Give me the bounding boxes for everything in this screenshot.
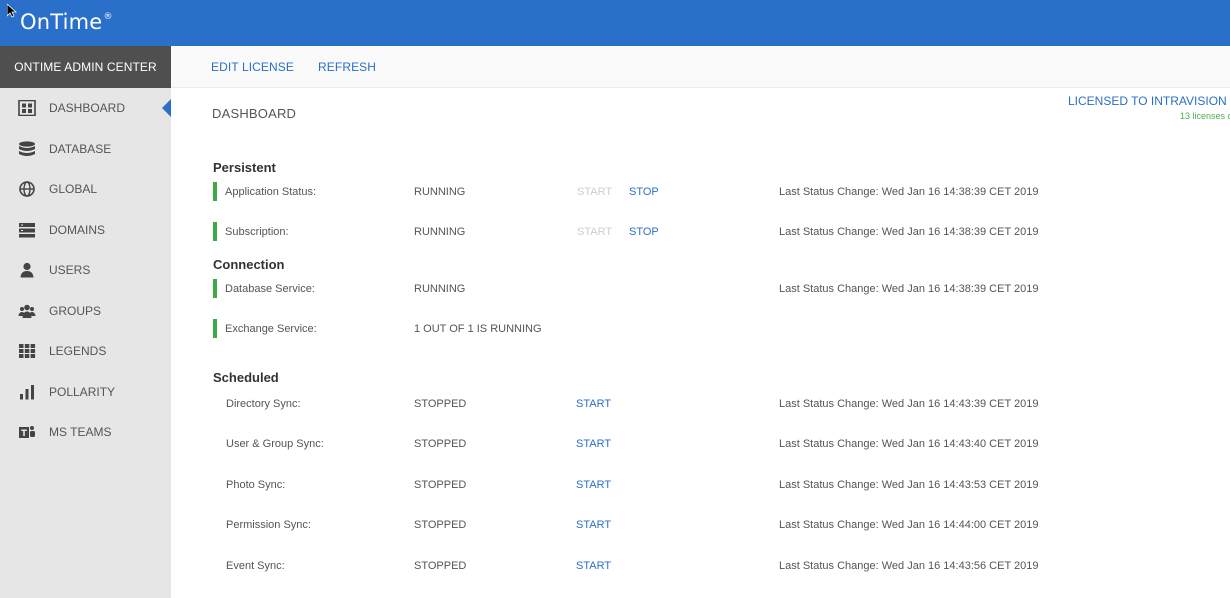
refresh-link[interactable]: REFRESH [318, 60, 376, 74]
start-button[interactable]: START [576, 438, 611, 450]
last-status-change: Last Status Change: Wed Jan 16 14:38:39 … [779, 283, 1039, 295]
row-status: RUNNING [414, 226, 466, 238]
row-label: Directory Sync: [226, 398, 301, 410]
running-indicator [213, 319, 217, 338]
stop-button[interactable]: STOP [629, 226, 659, 238]
status-row-event-sync: Event Sync: STOPPED START Last Status Ch… [213, 556, 1213, 576]
start-button-disabled: START [577, 186, 613, 198]
sidebar-item-label: DATABASE [49, 141, 112, 156]
running-indicator [213, 182, 217, 201]
last-status-change: Last Status Change: Wed Jan 16 14:38:39 … [779, 226, 1039, 238]
sidebar-item-label: DOMAINS [49, 222, 106, 237]
edit-license-link[interactable]: EDIT LICENSE [211, 60, 294, 74]
running-indicator [213, 279, 217, 298]
last-status-change: Last Status Change: Wed Jan 16 14:44:00 … [779, 519, 1039, 531]
sidebar-item-label: GROUPS [49, 303, 102, 318]
license-info: LICENSED TO INTRAVISION - 13 licenses ou… [1060, 94, 1230, 121]
row-label: Database Service: [225, 283, 315, 295]
status-row-directory-sync: Directory Sync: STOPPED START Last Statu… [213, 394, 1213, 414]
app-logo[interactable]: OnTime® [20, 10, 113, 34]
row-status: STOPPED [414, 398, 467, 410]
row-label: Photo Sync: [226, 479, 286, 491]
row-label: Application Status: [225, 186, 317, 198]
sidebar-item-label: POLLARITY [49, 384, 116, 399]
status-row-photo-sync: Photo Sync: STOPPED START Last Status Ch… [213, 475, 1213, 495]
top-bar: OnTime® [0, 0, 1230, 46]
row-status: STOPPED [414, 479, 467, 491]
status-row-subscription: Subscription: RUNNING START STOP Last St… [213, 222, 1213, 242]
status-row-application-status: Application Status: RUNNING START STOP L… [213, 182, 1213, 202]
registered-mark: ® [103, 12, 113, 22]
row-label: Permission Sync: [226, 519, 311, 531]
sidebar-item-label: LEGENDS [49, 344, 107, 359]
start-button[interactable]: START [576, 398, 611, 410]
sidebar-item-dashboard[interactable]: DASHBOARD [0, 88, 171, 129]
sidebar-item-legends[interactable]: LEGENDS [0, 331, 171, 372]
sidebar-item-groups[interactable]: GROUPS [0, 291, 171, 332]
row-label: User & Group Sync: [226, 438, 324, 450]
row-status: RUNNING [414, 283, 466, 295]
last-status-change: Last Status Change: Wed Jan 16 14:43:39 … [779, 398, 1039, 410]
ms-teams-icon [18, 424, 36, 440]
start-button-disabled: START [577, 226, 613, 238]
page-title: DASHBOARD [212, 106, 297, 121]
sidebar-item-label: GLOBAL [49, 182, 98, 197]
start-button[interactable]: START [576, 560, 611, 572]
row-status: STOPPED [414, 519, 467, 531]
sidebar: ONTIME ADMIN CENTER DASHBOARD DATABASE G… [0, 46, 171, 598]
sidebar-item-label: DASHBOARD [49, 101, 126, 116]
sidebar-header: ONTIME ADMIN CENTER [0, 46, 171, 88]
status-row-exchange-service: Exchange Service: 1 OUT OF 1 IS RUNNING [213, 319, 1213, 339]
toolbar: EDIT LICENSE REFRESH [171, 46, 1230, 88]
sidebar-item-domains[interactable]: DOMAINS [0, 210, 171, 251]
row-label: Subscription: [225, 226, 289, 238]
sidebar-item-label: MS TEAMS [49, 425, 112, 440]
status-row-user-group-sync: User & Group Sync: STOPPED START Last St… [213, 434, 1213, 454]
row-status: RUNNING [414, 186, 466, 198]
groups-icon [18, 303, 36, 319]
row-status: STOPPED [414, 438, 467, 450]
dashboard-icon [18, 100, 36, 117]
row-label: Exchange Service: [225, 323, 317, 335]
start-button[interactable]: START [576, 479, 611, 491]
sidebar-item-ms-teams[interactable]: MS TEAMS [0, 412, 171, 453]
mouse-cursor-icon [7, 4, 17, 18]
status-row-permission-sync: Permission Sync: STOPPED START Last Stat… [213, 515, 1213, 535]
legends-icon [18, 343, 36, 359]
row-status: STOPPED [414, 560, 467, 572]
last-status-change: Last Status Change: Wed Jan 16 14:38:39 … [779, 186, 1039, 198]
section-title-persistent: Persistent [213, 160, 276, 175]
section-title-connection: Connection [213, 257, 285, 272]
sidebar-item-global[interactable]: GLOBAL [0, 169, 171, 210]
database-icon [18, 141, 36, 157]
sidebar-item-pollarity[interactable]: POLLARITY [0, 372, 171, 413]
bar-chart-icon [18, 384, 36, 400]
sidebar-item-label: USERS [49, 263, 91, 278]
sidebar-item-users[interactable]: USERS [0, 250, 171, 291]
row-status: 1 OUT OF 1 IS RUNNING [414, 323, 542, 335]
domains-icon [18, 222, 36, 238]
status-row-database-service: Database Service: RUNNING Last Status Ch… [213, 279, 1213, 299]
license-holder[interactable]: LICENSED TO INTRAVISION - [1060, 94, 1230, 108]
running-indicator [213, 222, 217, 241]
section-title-scheduled: Scheduled [213, 370, 279, 385]
last-status-change: Last Status Change: Wed Jan 16 14:43:40 … [779, 438, 1039, 450]
active-pointer-icon [162, 99, 171, 118]
last-status-change: Last Status Change: Wed Jan 16 14:43:53 … [779, 479, 1039, 491]
row-label: Event Sync: [226, 560, 285, 572]
globe-icon [18, 181, 36, 198]
user-icon [18, 262, 36, 278]
license-count: 13 licenses out of [1179, 111, 1230, 121]
app-logo-text: OnTime [20, 10, 103, 34]
stop-button[interactable]: STOP [629, 186, 659, 198]
start-button[interactable]: START [576, 519, 611, 531]
sidebar-item-database[interactable]: DATABASE [0, 129, 171, 170]
last-status-change: Last Status Change: Wed Jan 16 14:43:56 … [779, 560, 1039, 572]
